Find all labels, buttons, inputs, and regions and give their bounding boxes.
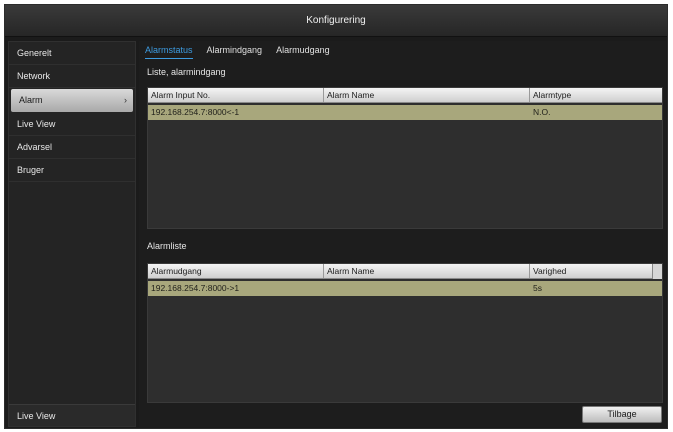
sidebar-item-network[interactable]: Network (9, 65, 135, 88)
sidebar-item-live-view[interactable]: Live View (9, 113, 135, 136)
input-list-title: Liste, alarmindgang (147, 67, 226, 77)
sidebar-item-label: Alarm (19, 95, 43, 105)
sidebar-item-label: Live View (17, 119, 56, 129)
column-header[interactable]: Alarm Input No. (148, 88, 324, 102)
sidebar-item-advarsel[interactable]: Advarsel (9, 136, 135, 159)
alarm-input-table: Alarm Input No. Alarm Name Alarmtype 192… (147, 87, 663, 229)
sidebar-item-alarm[interactable]: Alarm › (11, 89, 133, 112)
sidebar-item-label: Network (17, 71, 51, 81)
table-header: Alarmudgang Alarm Name Varighed (148, 264, 662, 279)
sidebar: Generelt Network Alarm › Live View Advar… (8, 41, 136, 427)
sidebar-item-label: Generelt (17, 48, 52, 58)
table-cell (324, 281, 530, 296)
sidebar-item-bruger[interactable]: Bruger (9, 159, 135, 182)
table-row[interactable]: 192.168.254.7:8000<-1 N.O. (148, 105, 662, 120)
alarm-list-title: Alarmliste (147, 241, 187, 251)
sidebar-item-label: Advarsel (17, 142, 53, 152)
column-header[interactable]: Alarmtype (530, 88, 662, 102)
table-cell: 5s (533, 283, 542, 293)
alarm-output-table: Alarmudgang Alarm Name Varighed 192.168.… (147, 263, 663, 403)
config-window: Konfigurering Generelt Network Alarm › L… (4, 4, 668, 429)
sidebar-item-label: Bruger (17, 165, 45, 175)
tab-alarmindgang[interactable]: Alarmindgang (207, 43, 263, 59)
table-cell: 192.168.254.7:8000<-1 (151, 107, 240, 117)
chevron-right-icon: › (124, 95, 127, 105)
table-header: Alarm Input No. Alarm Name Alarmtype (148, 88, 662, 103)
table-cell: N.O. (533, 107, 551, 117)
column-header[interactable]: Alarm Name (324, 88, 530, 102)
table-cell: 192.168.254.7:8000->1 (151, 283, 240, 293)
live-view-button[interactable]: Live View (9, 404, 135, 426)
column-header[interactable]: Alarm Name (324, 264, 530, 278)
window-title: Konfigurering (5, 5, 667, 37)
tab-bar: Alarmstatus Alarmindgang Alarmudgang (145, 43, 330, 59)
table-row[interactable]: 192.168.254.7:8000->1 5s (148, 281, 662, 296)
tab-alarmudgang[interactable]: Alarmudgang (276, 43, 330, 59)
main-panel: Alarmstatus Alarmindgang Alarmudgang Lis… (139, 41, 666, 427)
column-header[interactable]: Varighed (530, 264, 662, 278)
sidebar-item-generelt[interactable]: Generelt (9, 42, 135, 65)
column-header[interactable]: Alarmudgang (148, 264, 324, 278)
scrollbar[interactable] (652, 264, 662, 279)
table-cell (324, 105, 530, 120)
back-button[interactable]: Tilbage (582, 406, 662, 423)
tab-alarmstatus[interactable]: Alarmstatus (145, 43, 193, 59)
